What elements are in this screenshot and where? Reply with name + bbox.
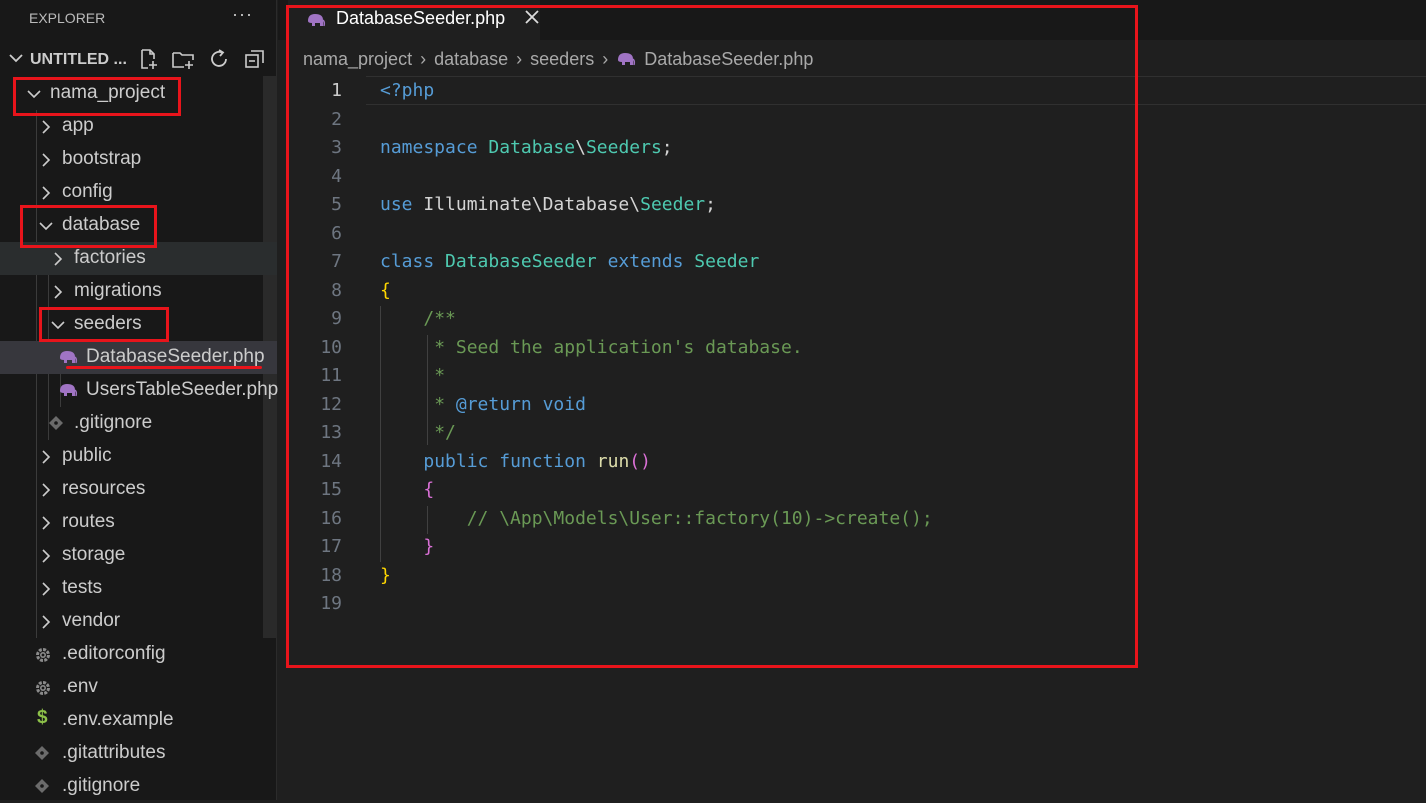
tree-folder-public[interactable]: public [0,440,277,473]
workspace-name: UNTITLED ... [30,51,127,68]
tree-file-gitignore[interactable]: .gitignore [0,770,277,803]
chevron-right-icon [42,120,51,134]
annotation-box-seeders [39,307,169,342]
chevron-right-icon [42,549,51,563]
tree-item-label: .gitignore [74,412,153,433]
tree-item-label: factories [74,247,146,268]
tree-file-env-example[interactable]: $ .env.example [0,704,277,737]
tree-item-label: DatabaseSeeder.php [86,346,265,367]
tree-item-label: .gitignore [62,775,141,796]
refresh-icon[interactable] [207,47,231,71]
gear-icon [36,648,50,662]
tree-item-label: resources [62,478,146,499]
chevron-down-icon [9,54,23,63]
chevron-right-icon [42,483,51,497]
annotation-box-database [20,205,157,248]
tree-folder-vendor[interactable]: vendor [0,605,277,638]
tree-file-gitattributes[interactable]: .gitattributes [0,737,277,770]
tree-item-label: bootstrap [62,148,142,169]
tree-file-editorconfig[interactable]: .editorconfig [0,638,277,671]
tree-file-database-seeder[interactable]: DatabaseSeeder.php [0,341,277,374]
dollar-icon: $ [37,707,48,728]
php-elephant-icon [60,351,78,364]
explorer-header: EXPLORER ··· [0,0,277,36]
tree-file-env[interactable]: .env [0,671,277,704]
explorer-title: EXPLORER [29,10,106,26]
tree-file-users-table-seeder[interactable]: UsersTableSeeder.php [0,374,279,407]
tree-item-label: storage [62,544,126,565]
tree-folder-resources[interactable]: resources [0,473,277,506]
tree-folder-storage[interactable]: storage [0,539,277,572]
chevron-right-icon [54,285,63,299]
collapse-all-icon[interactable] [243,47,267,71]
tree-item-label: UsersTableSeeder.php [86,379,279,400]
tree-folder-migrations[interactable]: migrations [0,275,277,308]
tree-item-label: routes [62,511,115,532]
tree-item-label: migrations [74,280,162,301]
tree-item-label: .env [62,676,98,697]
tree-item-label: public [62,445,112,466]
git-icon [49,416,63,430]
chevron-right-icon [54,252,63,266]
gear-icon [36,681,50,695]
chevron-right-icon [42,153,51,167]
new-file-icon[interactable] [136,47,160,71]
tree-folder-bootstrap[interactable]: bootstrap [0,143,277,176]
tree-item-label: tests [62,577,103,598]
annotation-box-project [13,77,181,116]
tree-folder-tests[interactable]: tests [0,572,277,605]
annotation-underline [66,366,262,369]
tree-folder-routes[interactable]: routes [0,506,277,539]
tree-item-label: app [62,115,94,136]
chevron-right-icon [42,516,51,530]
chevron-right-icon [42,186,51,200]
tree-item-label: .editorconfig [62,643,166,664]
ellipsis-icon[interactable]: ··· [232,4,253,25]
git-icon [35,779,49,793]
chevron-right-icon [42,615,51,629]
workspace-header[interactable]: UNTITLED ... [0,44,277,74]
chevron-right-icon [42,582,51,596]
php-elephant-icon [60,384,78,397]
chevron-right-icon [42,450,51,464]
annotation-box-editor [286,5,1138,668]
tree-item-label: .gitattributes [62,742,166,763]
git-icon [35,746,49,760]
new-folder-icon[interactable] [171,47,195,71]
tree-file-database-gitignore[interactable]: .gitignore [0,407,277,440]
tree-item-label: config [62,181,113,202]
tree-item-label: vendor [62,610,121,631]
explorer-sidebar: EXPLORER ··· UNTITLED ... nama_project a… [0,0,279,803]
tree-item-label: .env.example [62,709,174,730]
